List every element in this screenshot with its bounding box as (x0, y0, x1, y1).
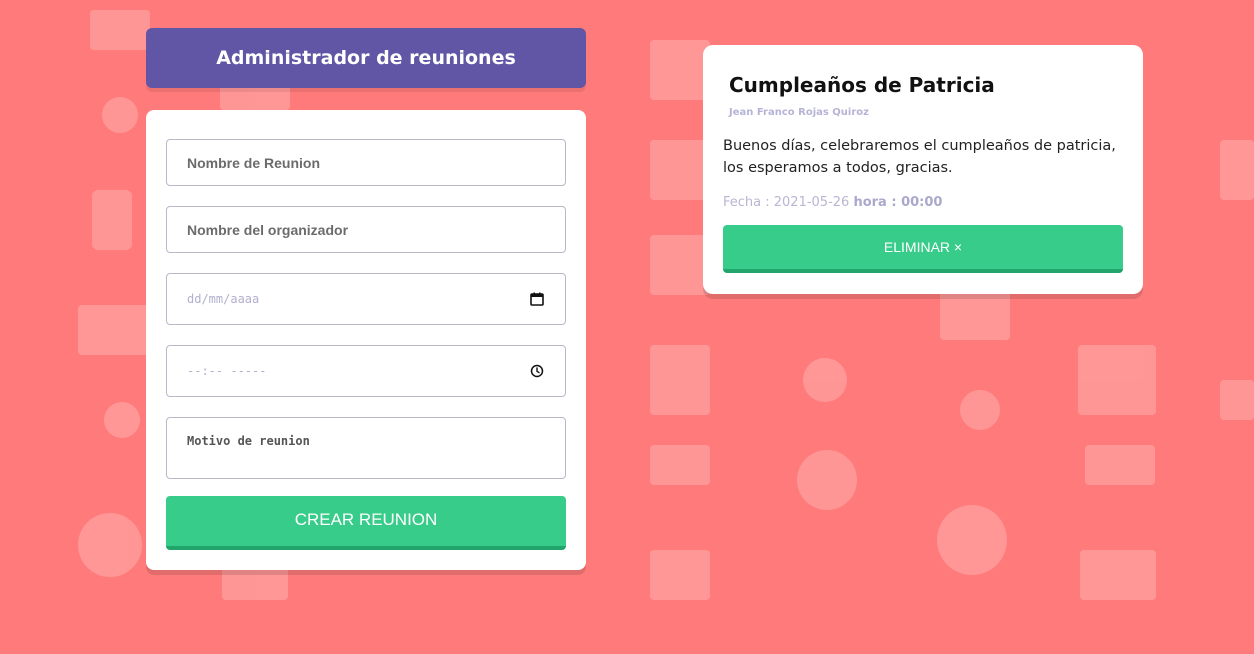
bg-globe-icon (797, 450, 857, 510)
bg-lifebuoy-icon (78, 513, 142, 577)
date-input[interactable]: dd/mm/aaaa (166, 273, 566, 325)
organizer-name-placeholder: Nombre del organizador (187, 221, 349, 238)
bg-key-icon (650, 445, 710, 485)
meeting-title: Cumpleaños de Patricia (729, 73, 995, 97)
meeting-name-placeholder: Nombre de Reunion (187, 154, 321, 171)
bg-network-icon (102, 97, 138, 133)
bg-edit-icon (78, 305, 148, 355)
calendar-icon[interactable] (529, 291, 545, 307)
clock-icon[interactable] (529, 363, 545, 379)
meeting-card: Cumpleaños de Patricia Jean Franco Rojas… (703, 45, 1143, 294)
bg-key-icon-2 (1085, 445, 1155, 485)
app-header: Administrador de reuniones (146, 28, 586, 88)
bg-edit-icon-2 (940, 290, 1010, 340)
reason-placeholder: Motivo de reunion (187, 434, 310, 448)
bg-gear-icon (104, 402, 140, 438)
reason-textarea[interactable]: Motivo de reunion (166, 417, 566, 479)
delete-meeting-button[interactable]: ELIMINAR × (723, 225, 1123, 273)
bg-lifebuoy-icon-2 (937, 505, 1007, 575)
bg-window-icon (650, 550, 710, 600)
bg-shapes-icon-2 (1220, 140, 1254, 200)
bg-gear-icon-2 (960, 390, 1000, 430)
delete-meeting-label: ELIMINAR × (883, 239, 963, 255)
meeting-form: Nombre de Reunion Nombre del organizador… (146, 110, 586, 570)
meeting-organizer: Jean Franco Rojas Quiroz (729, 107, 869, 118)
date-placeholder: dd/mm/aaaa (187, 292, 260, 306)
bg-rocket-icon-2 (1220, 380, 1254, 420)
meeting-time: hora : 00:00 (853, 195, 943, 210)
meeting-date: Fecha : 2021-05-26 (723, 195, 850, 210)
meeting-datetime: Fecha : 2021-05-26 hora : 00:00 (723, 195, 942, 210)
organizer-name-input[interactable]: Nombre del organizador (166, 206, 566, 253)
bg-window-icon-2 (1080, 550, 1156, 600)
bg-browser-icon-2 (1078, 345, 1156, 415)
time-input[interactable]: --:-- ----- (166, 345, 566, 397)
create-meeting-label: CREAR REUNION (294, 510, 438, 529)
meeting-description: Buenos días, celebraremos el cumpleaños … (723, 138, 1116, 176)
create-meeting-button[interactable]: CREAR REUNION (166, 496, 566, 550)
bg-toolbox-icon (650, 40, 710, 100)
app-title: Administrador de reuniones (216, 47, 516, 69)
time-placeholder: --:-- ----- (187, 364, 267, 378)
bg-folder-icon (650, 235, 710, 295)
bg-hand-icon (650, 140, 710, 200)
bg-browser-icon (650, 345, 710, 415)
meeting-name-input[interactable]: Nombre de Reunion (166, 139, 566, 186)
bg-phone-icon (92, 190, 132, 250)
bg-house-icon (90, 10, 150, 50)
bg-rocket-icon (803, 358, 847, 402)
